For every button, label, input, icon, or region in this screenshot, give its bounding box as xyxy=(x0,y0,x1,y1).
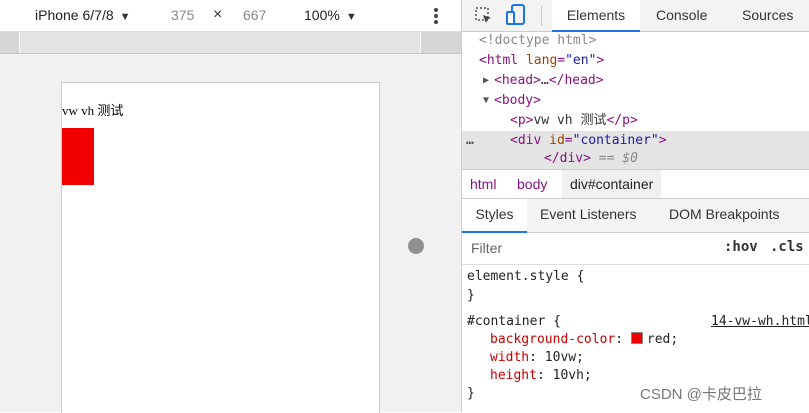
html-attr-name: lang xyxy=(525,53,558,68)
div-close-tag: div xyxy=(559,151,584,166)
devtools-tabs-bar: Elements Console Sources xyxy=(462,0,809,32)
rule-source-link[interactable]: 14-vw-wh.html xyxy=(711,314,809,329)
device-name: iPhone 6/7/8 xyxy=(35,7,114,23)
caret-down-icon: ▼ xyxy=(119,11,131,23)
breadcrumb-body[interactable]: body xyxy=(509,170,555,198)
prop-name: height xyxy=(490,368,537,383)
class-toggle-button[interactable]: .cls xyxy=(770,239,804,255)
declaration-height[interactable]: height: 10vh; xyxy=(490,367,592,385)
tab-sources[interactable]: Sources xyxy=(742,0,793,31)
div-tag: div xyxy=(517,133,542,148)
ruler-inner xyxy=(19,32,420,53)
ruler-divider xyxy=(420,32,421,53)
emulated-viewport[interactable]: vw vh 测试 xyxy=(61,82,424,413)
device-select[interactable]: iPhone 6/7/8 ▼ xyxy=(35,6,131,26)
width-field[interactable]: 375 xyxy=(171,6,194,24)
tab-event-listeners[interactable]: Event Listeners xyxy=(540,199,637,232)
selected-suffix: == $0 xyxy=(598,151,638,166)
container-box xyxy=(62,128,94,185)
breadcrumb-html[interactable]: html xyxy=(462,170,504,198)
element-style-selector: element.style { xyxy=(467,269,585,284)
page-paragraph: vw vh 测试 xyxy=(62,103,124,118)
dom-tree: <!doctype html> <html lang="en"> ▶ <head… xyxy=(462,31,809,169)
device-emulation-pane: iPhone 6/7/8 ▼ 375 × 667 100% ▼ vw vh 测试 xyxy=(0,0,461,413)
height-field[interactable]: 667 xyxy=(243,6,266,24)
more-options-icon[interactable] xyxy=(434,8,438,24)
tab-dom-breakpoints[interactable]: DOM Breakpoints xyxy=(669,199,779,232)
container-css-rule[interactable]: #container { 14-vw-wh.html background-co… xyxy=(462,311,809,412)
element-style-rule[interactable]: element.style { } xyxy=(462,264,809,312)
inspect-element-icon[interactable] xyxy=(474,6,494,26)
head-tag: head xyxy=(501,73,534,88)
color-swatch-icon[interactable] xyxy=(630,332,643,344)
device-toolbar: iPhone 6/7/8 ▼ 375 × 667 100% ▼ xyxy=(0,0,461,32)
styles-filter-input[interactable] xyxy=(466,236,716,260)
rule-close: } xyxy=(467,386,475,401)
prop-name: width xyxy=(490,350,530,365)
dom-line-head[interactable]: ▶ <head>…</head> xyxy=(462,71,809,91)
breadcrumb: html body div#container xyxy=(462,169,809,199)
times-sign: × xyxy=(213,6,223,23)
dom-line-html[interactable]: <html lang="en"> xyxy=(462,51,809,71)
tab-console[interactable]: Console xyxy=(656,0,707,31)
prop-value: 10vh; xyxy=(552,368,592,383)
dom-line-doctype[interactable]: <!doctype html> xyxy=(462,31,809,51)
prop-value: 10vw; xyxy=(544,350,584,365)
expand-arrow-icon[interactable]: ▶ xyxy=(483,71,489,91)
zoom-select[interactable]: 100% ▼ xyxy=(304,6,357,26)
dom-line-p[interactable]: <p>vw vh 测试</p> xyxy=(462,111,809,131)
styles-sub-tabs: Styles Event Listeners DOM Breakpoints xyxy=(462,199,809,233)
collapse-arrow-icon[interactable]: ▼ xyxy=(483,91,489,111)
p-tag: p xyxy=(517,113,526,128)
p-close-tag: p xyxy=(622,113,630,128)
tab-elements[interactable]: Elements xyxy=(552,0,640,32)
head-ellipsis: … xyxy=(540,73,549,88)
rule-selector: #container { xyxy=(467,314,561,329)
hover-state-button[interactable]: :hov xyxy=(724,239,758,255)
p-text: vw vh 测试 xyxy=(533,113,607,128)
touch-cursor-icon xyxy=(408,238,424,254)
declaration-width[interactable]: width: 10vw; xyxy=(490,349,584,367)
element-style-close: } xyxy=(467,288,475,303)
ruler-divider xyxy=(19,32,20,53)
tab-styles[interactable]: Styles xyxy=(462,199,527,233)
doctype-text: <!doctype html> xyxy=(479,33,597,48)
breadcrumb-div-container[interactable]: div#container xyxy=(562,170,662,198)
watermark: CSDN @卡皮巴拉 xyxy=(640,386,762,403)
prop-value: red; xyxy=(646,332,679,347)
prop-name: background-color xyxy=(490,332,616,347)
styles-filter-row: :hov .cls xyxy=(462,233,809,263)
div-attr-name: id xyxy=(549,133,565,148)
dom-line-body[interactable]: ▼ <body> xyxy=(462,91,809,111)
more-dots-icon[interactable]: … xyxy=(466,131,474,151)
declaration-background-color[interactable]: background-color: red; xyxy=(490,331,678,349)
body-tag: body xyxy=(501,93,534,108)
dom-line-div-selected[interactable]: … <div id="container"> </div> == $0 xyxy=(462,131,809,169)
tabs-separator xyxy=(541,6,542,26)
zoom-level: 100% xyxy=(304,7,340,23)
head-close-tag: head xyxy=(564,73,596,88)
html-attr-value: "en" xyxy=(565,53,597,68)
devtools-panel: Elements Console Sources <!doctype html>… xyxy=(462,0,809,412)
html-tag: html xyxy=(486,53,519,68)
device-toggle-icon[interactable] xyxy=(506,4,526,26)
div-attr-value: "container" xyxy=(572,133,659,148)
media-query-ruler[interactable] xyxy=(0,32,461,54)
caret-down-icon: ▼ xyxy=(345,11,357,23)
